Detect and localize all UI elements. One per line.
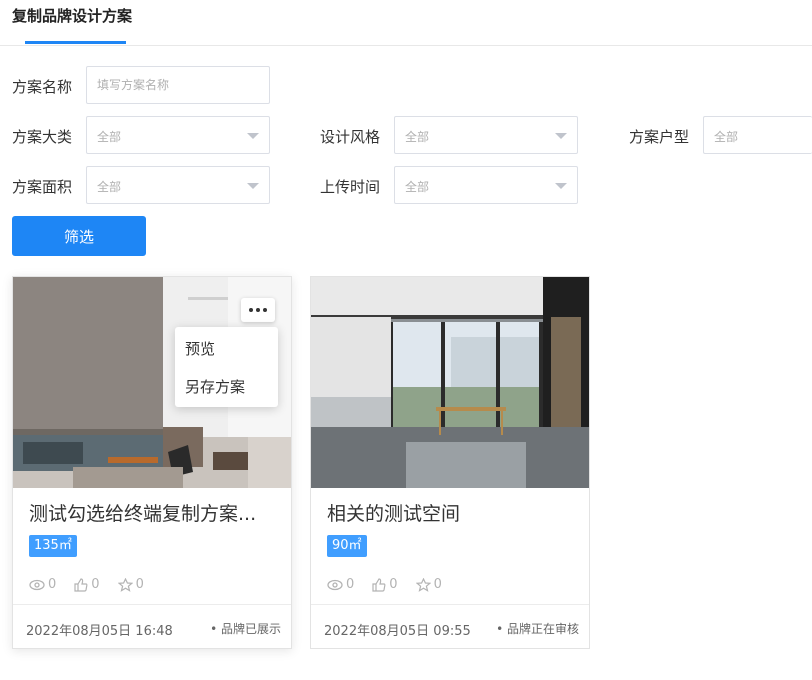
likes-stat[interactable]: 0 [372,577,398,592]
more-actions-button[interactable] [241,298,275,322]
active-tab-indicator [25,41,126,44]
tab-bar: 复制品牌设计方案 [0,0,812,46]
design-style-value: 全部 [405,130,430,144]
views-count: 0 [48,577,57,592]
scheme-stats: 0 0 0 [29,577,144,592]
eye-icon [327,579,343,590]
scheme-area-value: 全部 [97,180,122,194]
upload-date: 2022年08月05日 09:55 [324,624,471,639]
scheme-layout-value: 全部 [714,130,739,144]
status-badge: • 品牌已展示 [210,622,281,636]
card-footer: 2022年08月05日 09:55 • 品牌正在审核 [311,604,589,648]
views-stat: 0 [29,577,56,592]
scheme-layout-select[interactable]: 全部 [703,116,812,154]
eye-icon [29,579,45,590]
area-badge: 90㎡ [327,535,367,557]
views-count: 0 [346,577,355,592]
scheme-category-label: 方案大类 [12,128,73,146]
favorites-stat[interactable]: 0 [117,577,144,592]
design-style-select[interactable]: 全部 [394,116,578,154]
favorites-count: 0 [135,577,144,592]
upload-time-label: 上传时间 [320,178,381,196]
caret-down-icon [247,183,259,189]
scheme-area-select[interactable]: 全部 [86,166,270,204]
scheme-name-field [86,66,270,104]
more-dot-icon [263,308,267,312]
scheme-title[interactable]: 相关的测试空间 [327,499,460,526]
design-style-label: 设计风格 [320,128,381,146]
favorites-count: 0 [433,577,442,592]
likes-stat[interactable]: 0 [74,577,100,592]
area-badge: 135㎡ [29,535,77,557]
more-dot-icon [256,308,260,312]
scheme-name-label: 方案名称 [12,78,73,96]
scheme-category-value: 全部 [97,130,122,144]
menu-item-save-as[interactable]: 另存方案 [185,376,245,397]
scheme-name-input[interactable] [97,67,267,103]
thumbs-up-icon [74,577,88,592]
scheme-layout-label: 方案户型 [629,128,690,146]
upload-time-select[interactable]: 全部 [394,166,578,204]
likes-count: 0 [389,577,398,592]
upload-date: 2022年08月05日 16:48 [26,624,173,639]
status-badge: • 品牌正在审核 [496,622,579,636]
menu-item-preview[interactable]: 预览 [185,338,215,359]
star-icon [117,577,133,592]
scheme-thumbnail-image[interactable]: 预览 另存方案 [13,277,291,488]
favorites-stat[interactable]: 0 [415,577,442,592]
views-stat: 0 [327,577,354,592]
scheme-category-select[interactable]: 全部 [86,116,270,154]
scheme-card[interactable]: 相关的测试空间 90㎡ 0 0 0 2022年08月05日 09:55 • 品牌… [310,276,590,649]
more-dot-icon [249,308,253,312]
thumbs-up-icon [372,577,386,592]
filter-button[interactable]: 筛选 [12,216,146,256]
scheme-area-label: 方案面积 [12,178,73,196]
likes-count: 0 [91,577,100,592]
caret-down-icon [555,133,567,139]
caret-down-icon [555,183,567,189]
card-footer: 2022年08月05日 16:48 • 品牌已展示 [13,604,291,648]
star-icon [415,577,431,592]
upload-time-value: 全部 [405,180,430,194]
scheme-card[interactable]: 预览 另存方案 测试勾选给终端复制方案... 135㎡ 0 0 0 2022年0… [12,276,292,649]
scheme-title[interactable]: 测试勾选给终端复制方案... [29,499,256,526]
scheme-thumbnail-image[interactable] [311,277,589,488]
more-actions-menu: 预览 另存方案 [175,327,278,407]
caret-down-icon [247,133,259,139]
tab-copy-brand-scheme[interactable]: 复制品牌设计方案 [12,5,132,26]
scheme-stats: 0 0 0 [327,577,442,592]
